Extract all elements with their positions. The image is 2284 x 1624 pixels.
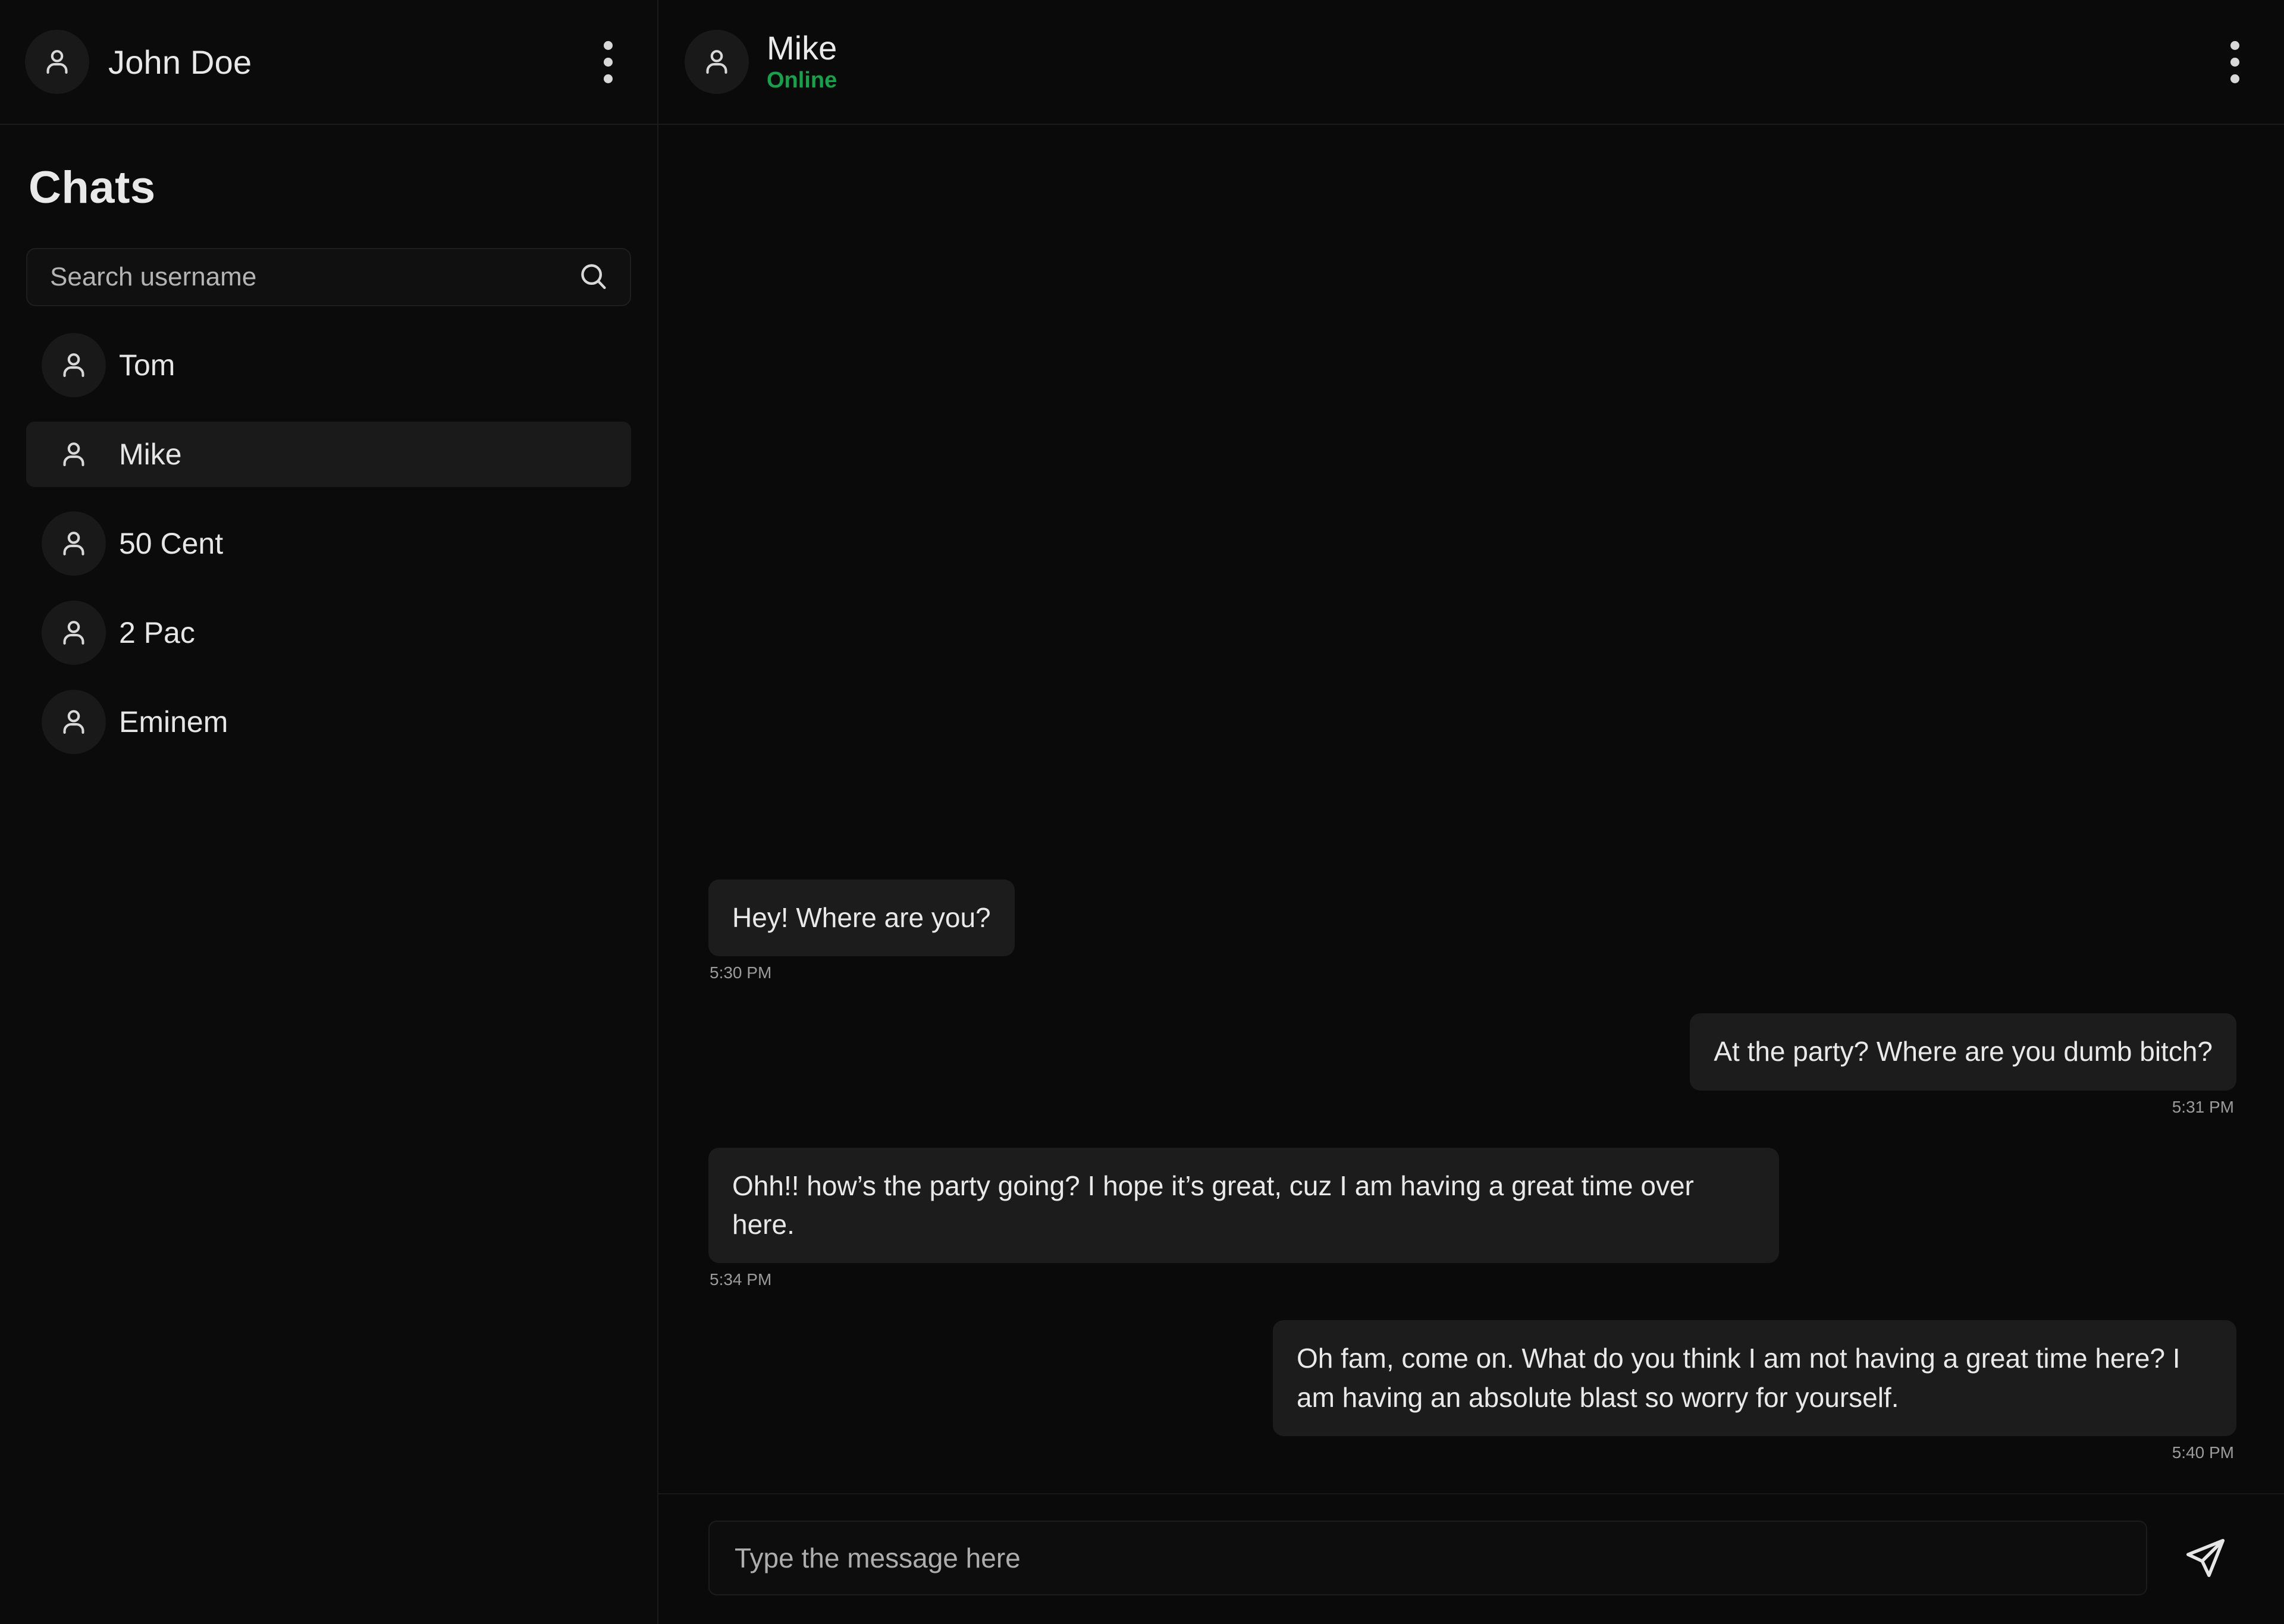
- person-icon: [40, 45, 74, 79]
- chat-list-item-label: Eminem: [119, 705, 228, 739]
- person-icon: [57, 526, 91, 561]
- avatar: [42, 690, 106, 754]
- sidebar: John Doe Chats Search username Tom Mike …: [0, 0, 658, 1624]
- kebab-dot: [2230, 40, 2239, 50]
- message-bubble: At the party? Where are you dumb bitch?: [1690, 1013, 2236, 1091]
- message-bubble: Hey! Where are you?: [708, 879, 1015, 957]
- kebab-menu-icon[interactable]: [2209, 36, 2260, 87]
- chat-list-item-label: Mike: [119, 438, 182, 471]
- person-icon: [57, 437, 91, 472]
- status-badge: Online: [767, 68, 837, 93]
- message-row: Hey! Where are you? 5:30 PM: [708, 879, 2236, 982]
- chat-list: Tom Mike 50 Cent 2 Pac Eminem: [26, 332, 631, 755]
- chat-app: John Doe Chats Search username Tom Mike …: [0, 0, 2284, 1624]
- avatar: [42, 601, 106, 665]
- kebab-dot: [2230, 74, 2239, 83]
- sidebar-header: John Doe: [0, 0, 657, 125]
- sidebar-user-name: John Doe: [108, 43, 252, 81]
- chat-list-item-label: 2 Pac: [119, 616, 195, 649]
- kebab-dot: [603, 57, 613, 67]
- chat-list-item-50-cent[interactable]: 50 Cent: [26, 511, 631, 576]
- message-timestamp: 5:30 PM: [710, 963, 772, 982]
- message-composer: [658, 1493, 2284, 1624]
- chat-panel: Mike Online Hey! Where are you? 5:30 PM …: [658, 0, 2284, 1624]
- send-paper-plane-icon: [2182, 1535, 2229, 1581]
- person-icon: [57, 348, 91, 382]
- search-icon[interactable]: [573, 256, 614, 298]
- chat-list-item-mike[interactable]: Mike: [26, 422, 631, 487]
- chat-list-item-label: Tom: [119, 348, 175, 382]
- kebab-menu-icon[interactable]: [582, 36, 633, 87]
- message-input[interactable]: [708, 1521, 2147, 1595]
- message-row: At the party? Where are you dumb bitch? …: [708, 1013, 2236, 1116]
- avatar: [25, 30, 89, 94]
- message-timestamp: 5:34 PM: [710, 1270, 772, 1289]
- message-timestamp: 5:31 PM: [2172, 1097, 2234, 1116]
- send-button[interactable]: [2175, 1527, 2236, 1589]
- avatar: [42, 422, 106, 486]
- kebab-dot: [603, 40, 613, 50]
- sidebar-body: Chats Search username Tom Mike 50 Cent 2…: [0, 125, 657, 1624]
- peer-name: Mike: [767, 29, 837, 67]
- person-icon: [57, 615, 91, 650]
- avatar: [42, 511, 106, 576]
- avatar: [42, 333, 106, 397]
- person-icon: [57, 705, 91, 739]
- message-bubble: Ohh!! how’s the party going? I hope it’s…: [708, 1147, 1779, 1264]
- chat-list-item-eminem[interactable]: Eminem: [26, 689, 631, 755]
- message-row: Ohh!! how’s the party going? I hope it’s…: [708, 1147, 2236, 1290]
- chat-list-item-tom[interactable]: Tom: [26, 332, 631, 398]
- chat-header: Mike Online: [658, 0, 2284, 125]
- kebab-dot: [603, 74, 613, 83]
- message-list: Hey! Where are you? 5:30 PM At the party…: [658, 125, 2284, 1493]
- message-row: Oh fam, come on. What do you think I am …: [708, 1320, 2236, 1462]
- person-icon: [699, 45, 734, 79]
- kebab-dot: [2230, 57, 2239, 67]
- peer-meta: Mike Online: [767, 29, 837, 93]
- message-bubble: Oh fam, come on. What do you think I am …: [1273, 1320, 2236, 1436]
- search-input[interactable]: [27, 249, 630, 305]
- search-box[interactable]: [26, 248, 631, 306]
- avatar: [685, 30, 749, 94]
- message-timestamp: 5:40 PM: [2172, 1443, 2234, 1462]
- chat-list-item-label: 50 Cent: [119, 527, 224, 560]
- page-title: Chats: [29, 162, 156, 213]
- chat-list-item-2-pac[interactable]: 2 Pac: [26, 600, 631, 665]
